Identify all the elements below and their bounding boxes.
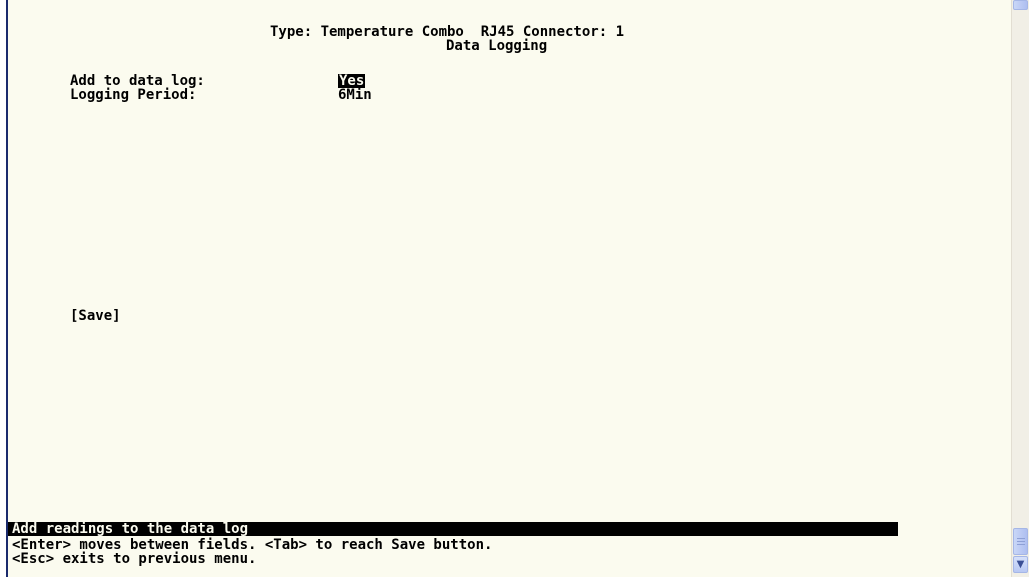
scroll-down-button[interactable]: ▼ bbox=[1013, 556, 1028, 573]
terminal-screen: Type: Temperature Combo RJ45 Connector: … bbox=[6, 0, 1011, 577]
logging-period-label: Logging Period: bbox=[70, 87, 197, 103]
grip-line bbox=[1017, 544, 1025, 545]
page-title: Data Logging bbox=[446, 38, 548, 54]
scrollbar-top-thumb[interactable] bbox=[1013, 0, 1028, 10]
help-line-navigation: <Enter> moves between fields. <Tab> to r… bbox=[12, 537, 493, 553]
header-type-line: Type: Temperature Combo RJ45 Connector: … bbox=[270, 24, 625, 40]
grip-line bbox=[1017, 538, 1025, 539]
status-message: Add readings to the data log bbox=[8, 522, 898, 536]
add-to-data-log-label: Add to data log: bbox=[70, 73, 205, 89]
top-edge bbox=[8, 0, 1011, 4]
chevron-down-icon: ▼ bbox=[1016, 559, 1025, 570]
grip-line bbox=[1017, 541, 1025, 542]
scrollbar-thumb[interactable] bbox=[1013, 528, 1028, 555]
vertical-scrollbar[interactable]: ▼ bbox=[1011, 0, 1029, 577]
save-button[interactable]: [Save] bbox=[70, 309, 121, 323]
help-line-exit: <Esc> exits to previous menu. bbox=[12, 551, 257, 567]
logging-period-field[interactable]: 6Min bbox=[338, 88, 372, 102]
add-to-data-log-field[interactable]: Yes bbox=[338, 74, 366, 88]
terminal-window: Type: Temperature Combo RJ45 Connector: … bbox=[0, 0, 1029, 577]
